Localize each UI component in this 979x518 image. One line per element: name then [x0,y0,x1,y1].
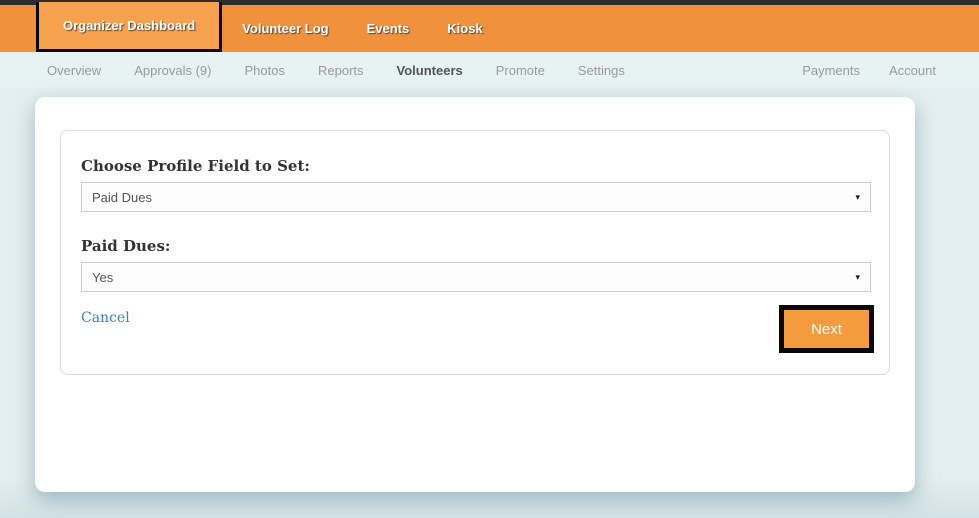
subnav-item-payments[interactable]: Payments [802,63,860,78]
subnav-item-settings[interactable]: Settings [578,63,625,78]
dropdown-arrow-icon: ▾ [855,191,860,202]
next-button[interactable]: Next [784,310,869,348]
profile-field-selected-value: Paid Dues [92,189,152,205]
paid-dues-label: Paid Dues: [81,237,171,255]
paid-dues-selected-value: Yes [92,269,114,285]
tab-volunteer-log[interactable]: Volunteer Log [224,5,346,52]
primary-navbar: Organizer Dashboard Volunteer Log Events… [0,2,979,52]
tab-kiosk[interactable]: Kiosk [429,5,500,52]
subnav-item-promote[interactable]: Promote [496,63,545,78]
form-actions-row: Cancel Next [81,305,874,353]
next-button-highlight-box: Next [779,305,874,353]
set-profile-field-form: Choose Profile Field to Set: Paid Dues ▾… [60,130,890,375]
subnav-item-photos[interactable]: Photos [245,63,285,78]
profile-field-label: Choose Profile Field to Set: [81,157,310,175]
tab-kiosk-label: Kiosk [447,21,483,36]
subnav-item-approvals[interactable]: Approvals (9) [134,63,211,78]
tab-organizer-dashboard-label: Organizer Dashboard [63,18,196,33]
paid-dues-select[interactable]: Yes ▾ [81,262,871,292]
tab-events[interactable]: Events [349,5,428,52]
secondary-navbar: Overview Approvals (9) Photos Reports Vo… [0,52,979,88]
secondary-navbar-left: Overview Approvals (9) Photos Reports Vo… [47,63,625,78]
subnav-item-volunteers[interactable]: Volunteers [397,63,463,78]
tab-volunteer-log-label: Volunteer Log [242,21,329,36]
subnav-item-reports[interactable]: Reports [318,63,364,78]
profile-field-select[interactable]: Paid Dues ▾ [81,182,871,212]
tab-events-label: Events [366,21,410,36]
cancel-link[interactable]: Cancel [81,307,130,326]
secondary-navbar-right: Payments Account [802,63,936,78]
tab-organizer-dashboard[interactable]: Organizer Dashboard [36,2,223,52]
subnav-item-account[interactable]: Account [889,63,936,78]
subnav-item-overview[interactable]: Overview [47,63,101,78]
main-content-panel: Choose Profile Field to Set: Paid Dues ▾… [35,97,915,492]
dropdown-arrow-icon: ▾ [855,271,860,282]
